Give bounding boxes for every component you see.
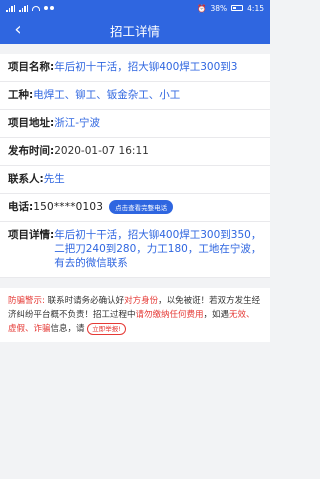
signal-icon-2: [19, 4, 28, 12]
phone-row: 电话: 150****0103 点击查看完整电话: [0, 194, 270, 222]
alarm-icon: ⏰: [197, 3, 207, 13]
project-name-label: 项目名称:: [8, 61, 55, 73]
signal-icon: [6, 4, 15, 12]
project-detail-value: 年后初十干活，招大铆400焊工300到350，二把刀240到280，力工180，…: [54, 229, 262, 269]
address-row: 项目地址: 浙江-宁波: [0, 110, 270, 138]
project-name-value: 年后初十干活，招大铆400焊工300到3: [54, 61, 238, 73]
warning-prefix: 防骗警示:: [8, 296, 45, 306]
status-bar: ⏰ 38% 4:15: [0, 0, 270, 16]
clock: 4:15: [247, 3, 264, 13]
warning-text-1: 联系时请务必确认好: [47, 296, 125, 306]
view-full-phone-button[interactable]: 点击查看完整电话: [109, 200, 174, 214]
warning-highlight-no-fees: 请勿缴纳任何费用: [135, 310, 204, 320]
warning-text-3: ，如遇: [203, 310, 230, 320]
status-bar-left: [6, 4, 54, 12]
status-bar-right: ⏰ 38% 4:15: [197, 4, 264, 13]
job-detail-card: 项目名称: 年后初十干活，招大铆400焊工300到3 工种: 电焊工、铆工、钣金…: [0, 54, 270, 278]
battery-percent: 38%: [210, 3, 228, 13]
fraud-warning: 防骗警示: 联系时请务必确认好对方身份，以免被诳！若双方发生经济纠纷平台概不负责…: [0, 288, 270, 342]
project-detail-label: 项目详情:: [8, 229, 55, 241]
trade-row: 工种: 电焊工、铆工、钣金杂工、小工: [0, 82, 270, 110]
warning-highlight-identity: 对方身份: [124, 296, 159, 306]
chevron-left-icon[interactable]: ‹: [8, 20, 28, 40]
phone-value: 150****0103: [33, 201, 104, 213]
publish-time-value: 2020-01-07 16:11: [54, 145, 149, 157]
warning-text-4: 信息，请: [50, 324, 85, 334]
project-detail-row: 项目详情: 年后初十干活，招大铆400焊工300到350，二把刀240到280，…: [0, 222, 270, 278]
report-button[interactable]: 立即举报!: [87, 322, 126, 335]
wifi-icon: [32, 5, 40, 11]
address-label: 项目地址:: [8, 117, 55, 129]
contact-value: 先生: [43, 173, 65, 185]
notification-icons: [44, 6, 54, 10]
publish-time-row: 发布时间: 2020-01-07 16:11: [0, 138, 270, 166]
address-value: 浙江-宁波: [54, 117, 100, 129]
publish-time-label: 发布时间:: [8, 145, 55, 157]
phone-label: 电话:: [8, 201, 34, 213]
page-title: 招工详情: [109, 23, 160, 39]
trade-label: 工种:: [8, 89, 34, 101]
contact-row: 联系人: 先生: [0, 166, 270, 194]
project-name-row: 项目名称: 年后初十干活，招大铆400焊工300到3: [0, 54, 270, 82]
trade-value: 电焊工、铆工、钣金杂工、小工: [33, 89, 181, 101]
battery-icon: [231, 5, 244, 11]
nav-bar: ‹ 招工详情: [0, 16, 270, 44]
contact-label: 联系人:: [8, 173, 44, 185]
